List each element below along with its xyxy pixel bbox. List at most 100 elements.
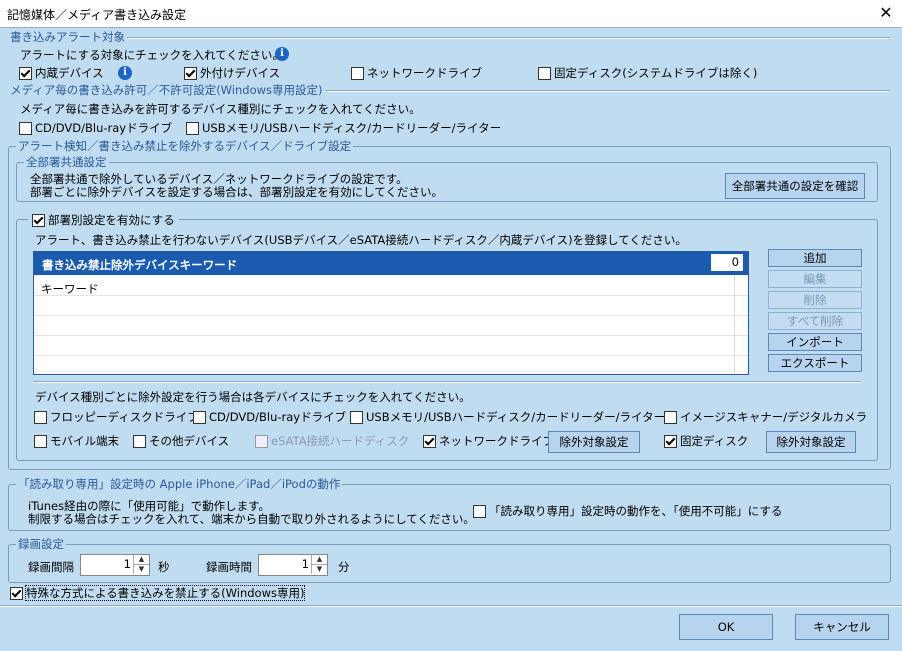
checkbox-label: ネットワークドライブ xyxy=(439,434,554,448)
checkbox-label: ネットワークドライブ xyxy=(367,66,482,80)
window-title: 記憶媒体／メディア書き込み設定 xyxy=(7,8,187,22)
checkbox-label: 特殊な方式による書き込みを禁止する(Windows専用) xyxy=(24,585,306,601)
iphone-line2: 制限する場合はチェックを入れて、端末から自動で取り外されるようにしてください。 xyxy=(28,512,475,526)
separator xyxy=(8,37,890,39)
checkbox-special-write[interactable]: 特殊な方式による書き込みを禁止する(Windows専用) xyxy=(10,585,306,601)
checkbox-label: USBメモリ/USBハードディスク/カードリーダー/ライター xyxy=(202,121,502,135)
keyword-list[interactable]: 書き込み禁止除外デバイスキーワード 0 キーワード xyxy=(33,251,749,375)
alert-target-instruction: アラートにする対象にチェックを入れてください。 xyxy=(20,48,284,62)
interval-value: 1 xyxy=(123,557,131,571)
confirm-common-settings-button[interactable]: 全部署共通の設定を確認 xyxy=(725,173,865,199)
dialog-body: 書き込みアラート対象 アラートにする対象にチェックを入れてください。 i 内蔵デ… xyxy=(0,28,902,651)
list-item[interactable] xyxy=(34,296,748,316)
keyword-list-header: 書き込み禁止除外デバイスキーワード 0 xyxy=(34,252,748,275)
checkbox-box[interactable] xyxy=(19,66,32,80)
checkbox-floppy[interactable]: フロッピーディスクドライブ xyxy=(34,410,199,424)
checkbox-enable-dept[interactable]: 部署別設定を有効にする xyxy=(28,213,179,227)
checkbox-box[interactable] xyxy=(538,66,551,80)
duration-unit: 分 xyxy=(338,560,350,574)
checkbox-box[interactable] xyxy=(32,213,45,227)
checkbox-iphone-unusable[interactable]: 「読み取り専用」設定時の動作を、「使用不可能」にする xyxy=(473,504,782,518)
cancel-button[interactable]: キャンセル xyxy=(795,614,889,640)
checkbox-box[interactable] xyxy=(19,121,32,135)
spin-up-icon[interactable]: ▲ xyxy=(133,555,149,565)
common-settings-line2: 部署ごとに除外デバイスを設定する場合は、部署別設定を有効にしてください。 xyxy=(30,185,443,199)
duration-stepper[interactable]: 1 ▲ ▼ xyxy=(258,554,328,576)
spin-down-icon[interactable]: ▼ xyxy=(311,565,327,574)
fixed-disk-exclude-setting-button[interactable]: 除外対象設定 xyxy=(766,431,856,453)
checkbox-box[interactable] xyxy=(34,410,47,424)
checkbox-fixed-disk-exclude[interactable]: 固定ディスク xyxy=(664,434,748,448)
checkbox-mobile[interactable]: モバイル端末 xyxy=(34,434,119,448)
checkbox-usb[interactable]: USBメモリ/USBハードディスク/カードリーダー/ライター xyxy=(350,410,665,424)
checkbox-label: eSATA接続ハードディスク xyxy=(271,434,410,448)
spin-up-icon[interactable]: ▲ xyxy=(311,555,327,565)
checkbox-box[interactable] xyxy=(186,121,199,135)
keyword-count: 0 xyxy=(711,254,743,271)
checkbox-media-cd[interactable]: CD/DVD/Blu-rayドライブ xyxy=(19,121,172,135)
iphone-caption: 「読み取り専用」設定時の Apple iPhone／iPad／iPodの動作 xyxy=(16,477,343,491)
info-icon[interactable]: i xyxy=(118,66,132,80)
checkbox-box[interactable] xyxy=(193,410,206,424)
checkbox-label: 外付けデバイス xyxy=(200,66,281,80)
list-item[interactable]: キーワード xyxy=(34,276,748,296)
checkbox-network[interactable]: ネットワークドライブ xyxy=(423,434,554,448)
checkbox-cd-dvd[interactable]: CD/DVD/Blu-rayドライブ xyxy=(193,410,346,424)
checkbox-external-device[interactable]: 外付けデバイス xyxy=(184,66,280,80)
duration-value: 1 xyxy=(301,557,309,571)
network-exclude-setting-button[interactable]: 除外対象設定 xyxy=(548,431,640,453)
checkbox-esata: eSATA接続ハードディスク xyxy=(255,434,409,448)
export-button[interactable]: エクスポート xyxy=(768,354,862,372)
separator xyxy=(33,381,861,383)
device-instruction: デバイス種別ごとに除外設定を行う場合は各デバイスにチェックを入れてください。 xyxy=(35,390,471,404)
checkbox-media-usb[interactable]: USBメモリ/USBハードディスク/カードリーダー/ライター xyxy=(186,121,501,135)
add-button[interactable]: 追加 xyxy=(768,249,862,267)
checkbox-label: 部署別設定を有効にする xyxy=(48,213,175,227)
duration-label: 録画時間 xyxy=(206,560,252,574)
edit-button[interactable]: 編集 xyxy=(768,270,862,288)
import-button[interactable]: インポート xyxy=(768,333,862,351)
checkbox-box[interactable] xyxy=(10,586,23,600)
checkbox-box[interactable] xyxy=(664,434,677,448)
checkbox-label: イメージスキャナー/デジタルカメラ xyxy=(680,410,868,424)
checkbox-label: CD/DVD/Blu-rayドライブ xyxy=(209,410,347,424)
checkbox-box xyxy=(255,434,268,448)
checkbox-box[interactable] xyxy=(350,410,363,424)
checkbox-network-drive[interactable]: ネットワークドライブ xyxy=(351,66,482,80)
checkbox-fixed-disk[interactable]: 固定ディスク(システムドライブは除く) xyxy=(538,66,757,80)
alert-target-caption: 書き込みアラート対象 xyxy=(8,30,127,44)
close-icon[interactable]: ✕ xyxy=(870,0,902,27)
checkbox-label: 「読み取り専用」設定時の動作を、「使用不可能」にする xyxy=(489,504,783,518)
common-settings-caption: 全部署共通設定 xyxy=(24,155,109,169)
checkbox-label: USBメモリ/USBハードディスク/カードリーダー/ライター xyxy=(366,410,666,424)
list-item[interactable] xyxy=(34,316,748,336)
checkbox-label: 固定ディスク(システムドライブは除く) xyxy=(554,66,758,80)
ok-button[interactable]: OK xyxy=(679,614,773,640)
title-bar: 記憶媒体／メディア書き込み設定 ✕ xyxy=(0,0,902,28)
checkbox-label: モバイル端末 xyxy=(50,434,119,448)
delete-button[interactable]: 削除 xyxy=(768,291,862,309)
dept-instruction: アラート、書き込み禁止を行わないデバイス(USBデバイス／eSATA接続ハードデ… xyxy=(35,233,687,247)
checkbox-box[interactable] xyxy=(473,504,486,518)
checkbox-box[interactable] xyxy=(133,434,146,448)
checkbox-scanner[interactable]: イメージスキャナー/デジタルカメラ xyxy=(664,410,867,424)
checkbox-label: 固定ディスク xyxy=(680,434,749,448)
interval-stepper[interactable]: 1 ▲ ▼ xyxy=(80,554,150,576)
keyword-placeholder-row: キーワード xyxy=(41,282,99,296)
info-icon[interactable]: i xyxy=(275,47,289,61)
media-write-instruction: メディア毎に書き込みを許可するデバイス種別にチェックを入れてください。 xyxy=(20,102,421,116)
media-write-caption: メディア毎の書き込み許可／不許可設定(Windows専用設定) xyxy=(8,83,325,97)
checkbox-box[interactable] xyxy=(351,66,364,80)
interval-unit: 秒 xyxy=(158,560,170,574)
checkbox-other-device[interactable]: その他デバイス xyxy=(133,434,229,448)
checkbox-box[interactable] xyxy=(664,410,677,424)
checkbox-box[interactable] xyxy=(34,434,47,448)
spin-down-icon[interactable]: ▼ xyxy=(133,565,149,574)
checkbox-box[interactable] xyxy=(184,66,197,80)
interval-label: 録画間隔 xyxy=(28,560,74,574)
delete-all-button[interactable]: すべて削除 xyxy=(768,312,862,330)
checkbox-internal-device[interactable]: 内蔵デバイス xyxy=(19,66,104,80)
list-item[interactable] xyxy=(34,336,748,356)
checkbox-label: CD/DVD/Blu-rayドライブ xyxy=(35,121,173,135)
checkbox-box[interactable] xyxy=(423,434,436,448)
